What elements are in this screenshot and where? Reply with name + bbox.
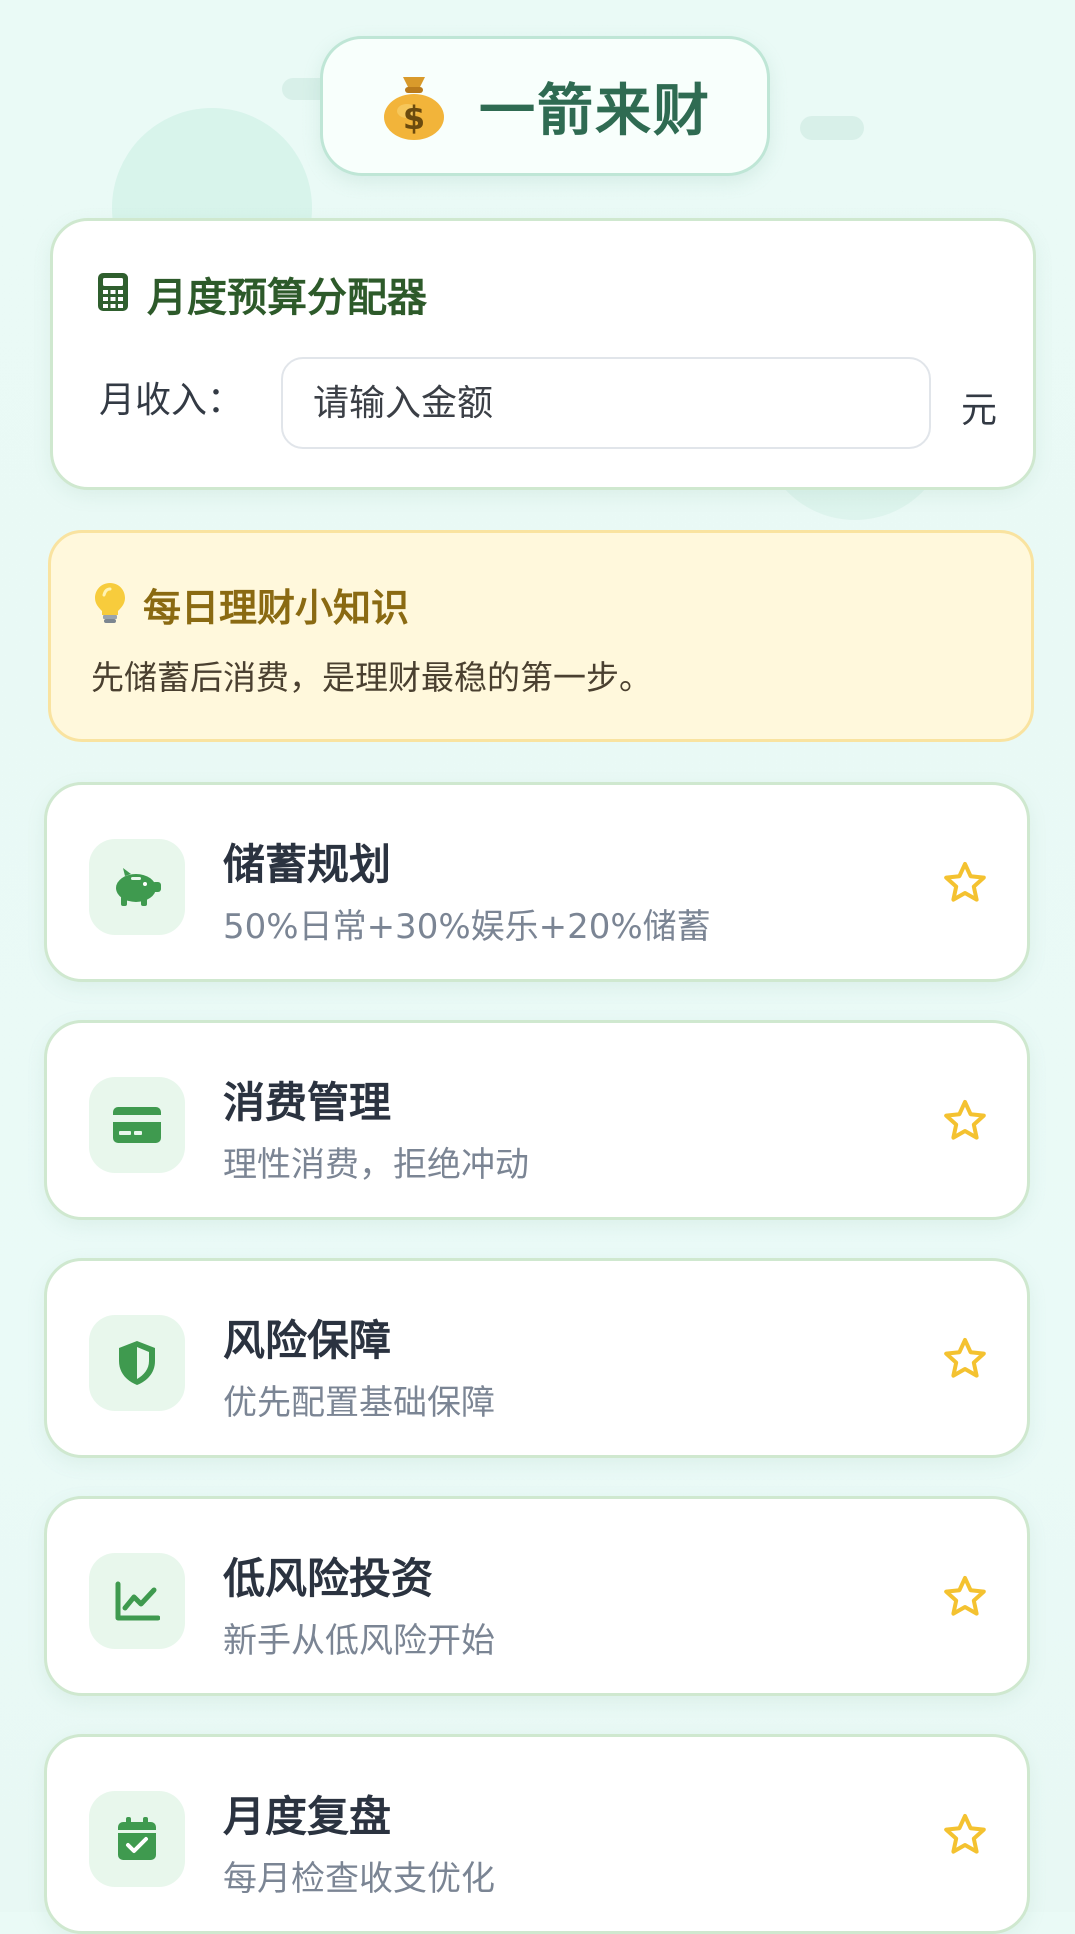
star-icon[interactable]: [941, 1335, 989, 1383]
star-icon[interactable]: [941, 1811, 989, 1859]
line-chart-icon: [89, 1553, 185, 1649]
money-bag-icon: $: [379, 71, 449, 141]
income-amount-input[interactable]: [281, 357, 931, 449]
feature-item-spending-management[interactable]: 消费管理 理性消费，拒绝冲动: [44, 1020, 1030, 1220]
feature-item-low-risk-investment[interactable]: 低风险投资 新手从低风险开始: [44, 1496, 1030, 1696]
daily-tip-card: 每日理财小知识 先储蓄后消费，是理财最稳的第一步。: [48, 530, 1034, 742]
feature-item-risk-protection[interactable]: 风险保障 优先配置基础保障: [44, 1258, 1030, 1458]
item-subtitle: 优先配置基础保障: [223, 1383, 495, 1423]
shield-icon: [89, 1315, 185, 1411]
item-subtitle: 每月检查收支优化: [223, 1859, 495, 1899]
lightbulb-icon: [93, 581, 127, 629]
tip-title: 每日理财小知识: [143, 586, 410, 630]
item-title: 月度复盘: [223, 1792, 392, 1841]
app-title: 一箭来财: [479, 78, 711, 144]
budget-card-header: 月度预算分配器: [97, 265, 427, 323]
item-title: 低风险投资: [223, 1554, 434, 1603]
item-title: 消费管理: [223, 1078, 392, 1127]
star-icon[interactable]: [941, 859, 989, 907]
feature-item-savings-plan[interactable]: 储蓄规划 50%日常+30%娱乐+20%储蓄: [44, 782, 1030, 982]
tip-text: 先储蓄后消费，是理财最稳的第一步。: [91, 658, 652, 697]
app-header: $ 一箭来财: [320, 36, 770, 176]
item-subtitle: 50%日常+30%娱乐+20%储蓄: [223, 907, 711, 947]
credit-card-icon: [89, 1077, 185, 1173]
calculator-icon: [97, 272, 129, 316]
item-subtitle: 新手从低风险开始: [223, 1621, 495, 1661]
feature-item-monthly-review[interactable]: 月度复盘 每月检查收支优化: [44, 1734, 1030, 1934]
budget-allocator-card: 月度预算分配器 月收入： 元: [50, 218, 1036, 490]
budget-card-title: 月度预算分配器: [147, 275, 427, 321]
cloud-decoration: [800, 116, 864, 140]
calendar-check-icon: [89, 1791, 185, 1887]
svg-text:$: $: [403, 99, 425, 137]
star-icon[interactable]: [941, 1573, 989, 1621]
star-icon[interactable]: [941, 1097, 989, 1145]
item-title: 风险保障: [223, 1316, 392, 1365]
income-label: 月收入：: [99, 380, 244, 421]
currency-unit: 元: [961, 390, 998, 431]
piggy-bank-icon: [89, 839, 185, 935]
item-subtitle: 理性消费，拒绝冲动: [223, 1145, 529, 1185]
item-title: 储蓄规划: [223, 840, 392, 889]
tip-header: 每日理财小知识: [93, 577, 409, 632]
